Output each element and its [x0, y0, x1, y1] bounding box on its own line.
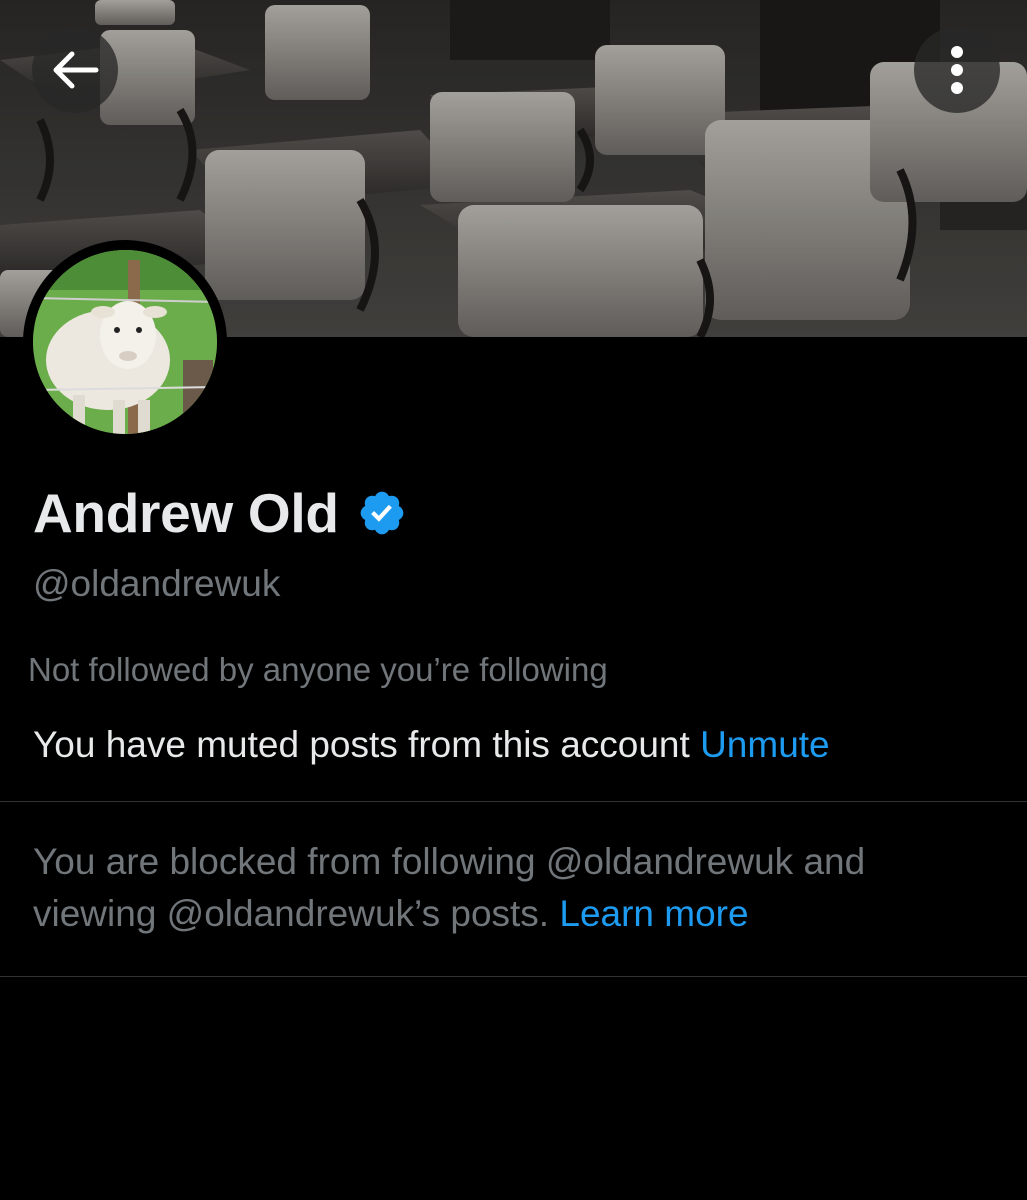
avatar-image — [33, 250, 217, 434]
follow-context-text: Not followed by anyone you’re following — [28, 651, 608, 688]
profile-handle: @oldandrewuk — [33, 563, 281, 604]
divider — [0, 801, 1027, 802]
arrow-left-icon — [53, 51, 99, 89]
mute-notice-text: You have muted posts from this account — [33, 724, 690, 765]
more-options-button[interactable] — [914, 27, 1000, 113]
avatar[interactable] — [23, 240, 227, 444]
more-vertical-icon — [951, 46, 963, 94]
back-button[interactable] — [32, 27, 118, 113]
learn-more-link[interactable]: Learn more — [559, 893, 748, 934]
unmute-link[interactable]: Unmute — [700, 724, 830, 765]
mute-notice: You have muted posts from this account U… — [33, 718, 830, 772]
divider — [0, 976, 1027, 977]
display-name: Andrew Old — [33, 482, 339, 544]
block-notice: You are blocked from following @oldandre… — [33, 836, 993, 940]
verified-badge-icon[interactable] — [357, 488, 407, 538]
profile-name-row: Andrew Old — [33, 478, 407, 548]
